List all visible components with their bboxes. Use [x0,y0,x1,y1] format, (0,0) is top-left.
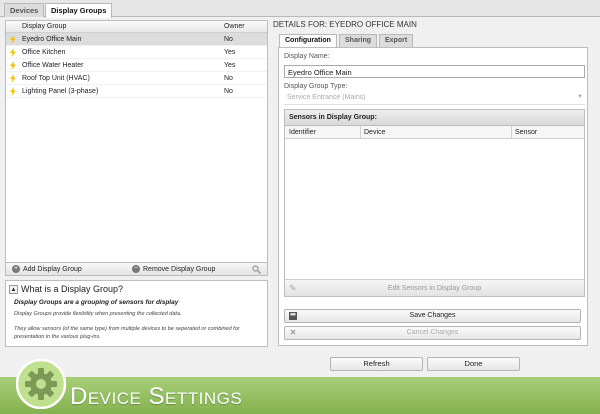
info-line-1: Display Groups are a grouping of sensors… [14,299,179,306]
group-name: Office Water Heater [22,62,84,69]
display-name-label: Display Name: [284,53,330,60]
add-display-group-button[interactable]: + Add Display Group [12,265,82,275]
done-button[interactable]: Done [427,357,520,371]
top-tab-bar: Devices Display Groups [0,0,600,18]
info-line-3: They allow sensors (of the same type) fr… [14,326,240,340]
minus-circle-icon: − [132,265,140,274]
group-owner: No [224,88,233,95]
table-row[interactable]: Lighting Panel (3-phase) No [6,85,267,98]
tab-sharing[interactable]: Sharing [339,34,378,47]
group-name: Lighting Panel (3-phase) [22,88,99,95]
column-header-owner[interactable]: Owner [224,23,245,30]
group-name: Office Kitchen [22,49,66,56]
collapse-arrow-icon: ▲ [9,285,18,295]
tab-display-groups[interactable]: Display Groups [45,3,113,18]
remove-display-group-button[interactable]: − Remove Display Group [132,265,215,275]
lightning-bolt-icon [10,35,16,44]
edit-sensors-button[interactable]: ✎ Edit Sensors in Display Group [285,279,584,296]
display-group-info: ▲ What is a Display Group? Display Groups… [5,280,268,347]
group-type-label: Display Group Type: [284,83,348,90]
banner-title: Device Settings [70,383,243,410]
group-owner: No [224,36,233,43]
table-row[interactable]: Office Kitchen Yes [6,46,267,59]
lightning-bolt-icon [10,87,16,96]
save-changes-label: Save Changes [409,312,456,319]
group-type-select[interactable]: Service Entrance (Mains) ▼ [284,93,585,105]
table-row[interactable]: Roof Top Unit (HVAC) No [6,72,267,85]
details-panel: Display Name: Eyedro Office Main Display… [278,47,588,346]
group-owner: No [224,75,233,82]
table-row[interactable]: Office Water Heater Yes [6,59,267,72]
table-row[interactable]: Eyedro Office Main No [6,33,267,46]
edit-sensors-label: Edit Sensors in Display Group [387,285,482,292]
column-header-identifier[interactable]: Identifier [289,129,316,136]
display-groups-list: Display Group Owner Eyedro Office Main N… [5,20,268,276]
gear-icon [16,359,66,409]
info-line-2: Display Groups provide flexibility when … [14,311,182,317]
cancel-changes-button[interactable]: ✕ Cancel Changes [284,326,581,340]
plus-circle-icon: + [12,265,20,274]
tab-configuration[interactable]: Configuration [279,34,337,48]
column-header-device[interactable]: Device [364,129,385,136]
sensors-title: Sensors in Display Group: [285,110,584,126]
save-icon [289,312,297,320]
sensors-grid: Sensors in Display Group: Identifier Dev… [284,109,585,297]
sensors-table-header: Identifier Device Sensor [285,126,584,139]
lightning-bolt-icon [10,74,16,83]
refresh-button[interactable]: Refresh [330,357,423,371]
column-divider [511,126,512,139]
group-owner: Yes [224,49,236,56]
details-title: DETAILS FOR: EYEDRO OFFICE MAIN [273,20,417,29]
cancel-changes-label: Cancel Changes [406,329,459,336]
add-display-group-label: Add Display Group [23,266,82,273]
column-divider [360,126,361,139]
info-toggle[interactable]: ▲ What is a Display Group? [9,284,124,295]
close-icon: ✕ [289,328,297,337]
chevron-down-icon: ▼ [577,94,583,100]
display-name-input[interactable]: Eyedro Office Main [284,65,585,78]
column-header-sensor[interactable]: Sensor [515,129,537,136]
column-header-display-group[interactable]: Display Group [22,23,66,30]
lightning-bolt-icon [10,61,16,70]
tab-devices[interactable]: Devices [4,3,45,17]
group-name: Eyedro Office Main [22,36,82,43]
groups-table-header: Display Group Owner [6,21,267,33]
search-icon[interactable] [252,265,261,274]
group-owner: Yes [224,62,236,69]
group-type-value: Service Entrance (Mains) [287,94,366,101]
groups-toolbar: + Add Display Group − Remove Display Group [5,262,268,276]
group-name: Roof Top Unit (HVAC) [22,75,90,82]
tab-export[interactable]: Export [379,34,414,47]
info-title: What is a Display Group? [21,284,124,294]
remove-display-group-label: Remove Display Group [143,266,216,273]
save-changes-button[interactable]: Save Changes [284,309,581,323]
lightning-bolt-icon [10,48,16,57]
